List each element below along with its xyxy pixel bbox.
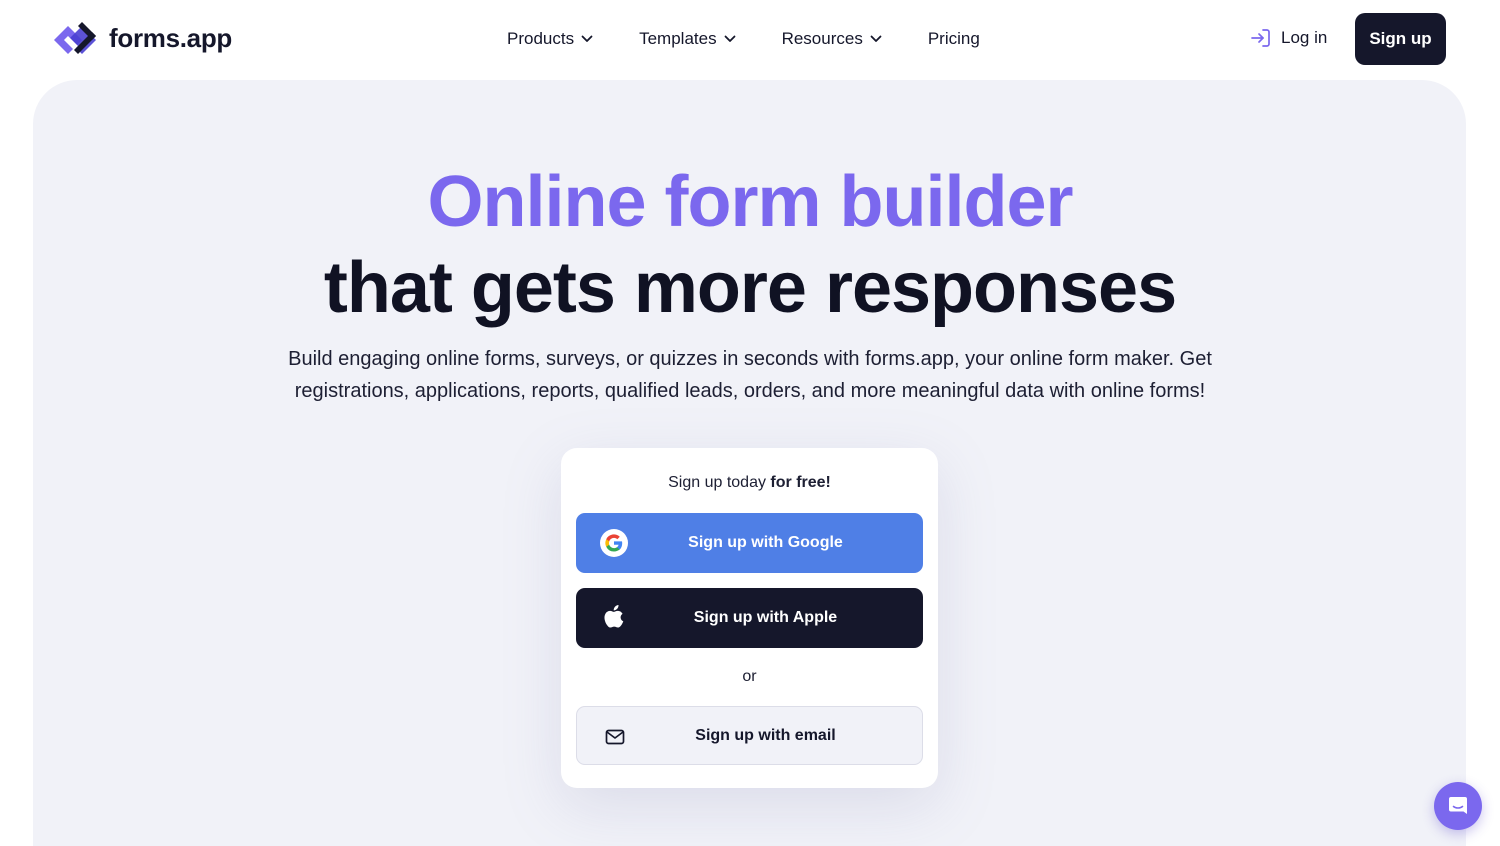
- chevron-down-icon: [581, 35, 593, 42]
- signup-email-button[interactable]: Sign up with email: [576, 706, 923, 765]
- top-navigation-bar: forms.app Products Templates Resources P…: [0, 0, 1500, 78]
- signup-apple-label: Sign up with Apple: [693, 609, 838, 626]
- hero-title-line2: that gets more responses: [323, 248, 1177, 328]
- logo-text: forms.app: [109, 22, 232, 53]
- nav-resources-label: Resources: [781, 29, 863, 48]
- nav-pricing-label: Pricing: [927, 29, 980, 48]
- signup-google-label: Sign up with Google: [688, 534, 843, 551]
- hero-description: Build engaging online forms, surveys, or…: [288, 348, 1212, 402]
- signup-card-title-prefix: Sign up today: [668, 474, 771, 491]
- login-link[interactable]: Log in: [1250, 27, 1327, 49]
- nav-templates-label: Templates: [639, 29, 717, 48]
- chevron-down-icon: [724, 35, 735, 42]
- or-divider: or: [742, 668, 757, 685]
- google-icon: [600, 529, 628, 557]
- nav-products-label: Products: [507, 29, 575, 48]
- signup-card-title: Sign up today for free!: [561, 474, 938, 492]
- nav-templates[interactable]: Templates: [639, 29, 735, 49]
- chat-launcher-button[interactable]: [1434, 782, 1482, 830]
- apple-icon: [600, 604, 628, 632]
- logo-link[interactable]: forms.app: [52, 18, 232, 58]
- nav-products[interactable]: Products: [507, 29, 593, 49]
- main-nav: Products Templates Resources Pricing: [507, 26, 980, 52]
- chevron-down-icon: [870, 35, 882, 42]
- hero-title-line1: Online form builder: [427, 162, 1073, 242]
- signup-google-button[interactable]: Sign up with Google: [576, 513, 923, 573]
- forms-app-logo-icon: [54, 22, 96, 54]
- signup-card-title-bold: for free!: [770, 474, 831, 491]
- signup-card: Sign up today for free! Sign up with Goo…: [561, 448, 938, 788]
- nav-resources[interactable]: Resources: [782, 29, 882, 49]
- login-arrow-icon: [1251, 29, 1270, 47]
- signup-apple-button[interactable]: Sign up with Apple: [576, 588, 923, 648]
- nav-pricing[interactable]: Pricing: [928, 29, 980, 49]
- envelope-icon: [601, 723, 629, 751]
- login-label: Log in: [1281, 28, 1328, 47]
- chat-bubble-icon: [1449, 797, 1467, 814]
- signup-button[interactable]: Sign up: [1355, 13, 1446, 65]
